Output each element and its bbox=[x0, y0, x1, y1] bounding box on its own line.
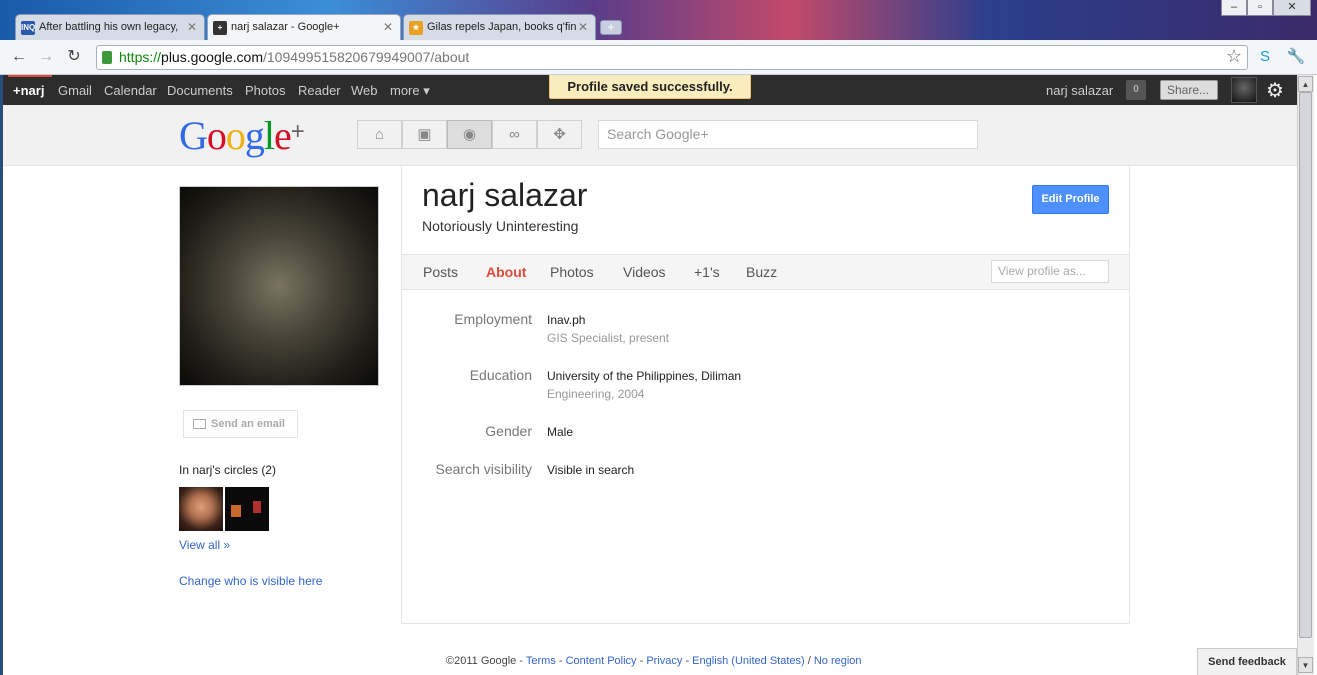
tab-gilas[interactable]: ★ Gilas repels Japan, books q'fin ✕ bbox=[403, 14, 596, 40]
tab-about[interactable]: About bbox=[486, 264, 526, 280]
url-scheme: https:// bbox=[119, 49, 162, 65]
envelope-icon bbox=[193, 419, 206, 429]
send-feedback-button[interactable]: Send feedback bbox=[1197, 648, 1297, 675]
inquirer-favicon-icon: INQ bbox=[21, 21, 35, 35]
minimize-button[interactable]: – bbox=[1221, 0, 1247, 16]
window-close-button[interactable]: ✕ bbox=[1273, 0, 1311, 16]
profile-card bbox=[401, 166, 1130, 624]
gbar-link-calendar[interactable]: Calendar bbox=[104, 83, 157, 98]
tab-google-plus[interactable]: + narj salazar - Google+ ✕ bbox=[207, 14, 401, 40]
gbar-user-name[interactable]: narj salazar bbox=[1046, 83, 1113, 98]
close-tab-icon[interactable]: ✕ bbox=[187, 20, 197, 34]
active-indicator bbox=[8, 75, 52, 77]
tab-plus-ones[interactable]: +1's bbox=[694, 264, 720, 280]
gbar-link-more[interactable]: more ▾ bbox=[390, 83, 430, 99]
view-all-link[interactable]: View all » bbox=[179, 538, 230, 552]
footer-link-terms[interactable]: Terms bbox=[526, 655, 556, 667]
gbar-link-web[interactable]: Web bbox=[351, 83, 378, 98]
circle-member-avatar[interactable] bbox=[225, 487, 269, 531]
bookmark-star-icon[interactable]: ☆ bbox=[1226, 46, 1242, 67]
edit-profile-button[interactable]: Edit Profile bbox=[1032, 185, 1109, 214]
close-tab-icon[interactable]: ✕ bbox=[383, 20, 393, 34]
footer-link-language[interactable]: English (United States) bbox=[692, 655, 805, 667]
circles-title: In narj's circles (2) bbox=[179, 463, 276, 477]
field-label-gender: Gender bbox=[485, 423, 532, 439]
toast-message: Profile saved successfully. bbox=[549, 75, 751, 99]
google-plus-favicon-icon: + bbox=[213, 21, 227, 35]
tab-buzz[interactable]: Buzz bbox=[746, 264, 777, 280]
field-value-gender: Male bbox=[547, 425, 574, 439]
profile-icon[interactable]: ◉ bbox=[447, 120, 492, 149]
scroll-up-icon[interactable]: ▲ bbox=[1298, 76, 1313, 92]
gbar-link-documents[interactable]: Documents bbox=[167, 83, 233, 98]
view-profile-as-input[interactable]: View profile as... bbox=[991, 260, 1109, 283]
footer-link-region[interactable]: No region bbox=[814, 655, 862, 667]
tab-title: narj salazar - Google+ bbox=[231, 21, 340, 33]
tab-title: Gilas repels Japan, books q'fin bbox=[427, 21, 577, 33]
gbar-link-plus[interactable]: +narj bbox=[13, 83, 44, 98]
field-sub-employment: GIS Specialist, present bbox=[547, 331, 670, 345]
footer-copyright: ©2011 Google bbox=[446, 655, 517, 667]
new-tab-button[interactable]: + bbox=[600, 20, 622, 35]
gear-icon[interactable]: ⚙ bbox=[1266, 78, 1284, 103]
pixel-character bbox=[231, 505, 241, 517]
gbar-link-reader[interactable]: Reader bbox=[298, 83, 341, 98]
field-label-search-visibility: Search visibility bbox=[435, 461, 532, 477]
photos-icon[interactable]: ▣ bbox=[402, 120, 447, 149]
tab-videos[interactable]: Videos bbox=[623, 264, 666, 280]
pixel-character bbox=[253, 501, 261, 513]
tab-posts[interactable]: Posts bbox=[423, 264, 458, 280]
notification-count[interactable]: 0 bbox=[1126, 80, 1146, 100]
profile-photo[interactable] bbox=[179, 186, 379, 386]
field-sub-education: Engineering, 2004 bbox=[547, 387, 645, 401]
home-icon[interactable]: ⌂ bbox=[357, 120, 402, 149]
change-visibility-link[interactable]: Change who is visible here bbox=[179, 574, 322, 588]
tab-title: After battling his own legacy, bbox=[39, 21, 179, 33]
search-input[interactable]: Search Google+ bbox=[598, 120, 978, 149]
skype-extension-icon[interactable]: S bbox=[1255, 47, 1275, 67]
send-email-label: Send an email bbox=[211, 418, 285, 430]
url-host: plus.google.com bbox=[161, 49, 263, 65]
address-bar[interactable]: https://plus.google.com/1094995158206799… bbox=[96, 45, 1248, 70]
footer-link-content-policy[interactable]: Content Policy bbox=[566, 655, 637, 667]
gbar-link-photos[interactable]: Photos bbox=[245, 83, 285, 98]
field-value-education: University of the Philippines, Diliman bbox=[547, 369, 742, 383]
back-icon[interactable]: ← bbox=[8, 47, 30, 67]
tab-photos[interactable]: Photos bbox=[550, 264, 594, 280]
page-footer: ©2011 Google - Terms - Content Policy - … bbox=[446, 655, 862, 667]
games-icon[interactable]: ✥ bbox=[537, 120, 582, 149]
profile-name: narj salazar bbox=[422, 177, 588, 213]
tab-inquirer[interactable]: INQ After battling his own legacy, ✕ bbox=[15, 14, 205, 40]
footer-link-privacy[interactable]: Privacy bbox=[646, 655, 682, 667]
gbar-link-gmail[interactable]: Gmail bbox=[58, 83, 92, 98]
scroll-down-icon[interactable]: ▼ bbox=[1298, 657, 1313, 673]
circles-icon[interactable]: ∞ bbox=[492, 120, 537, 149]
gbar-avatar[interactable] bbox=[1231, 77, 1257, 103]
send-email-button[interactable]: Send an email bbox=[183, 410, 298, 438]
profile-tagline: Notoriously Uninteresting bbox=[422, 218, 579, 234]
google-plus-logo[interactable]: Google+ bbox=[179, 112, 305, 159]
scrollbar-thumb[interactable] bbox=[1299, 92, 1312, 638]
share-button[interactable]: Share... bbox=[1160, 80, 1218, 100]
field-label-employment: Employment bbox=[454, 311, 532, 327]
lock-icon bbox=[102, 51, 112, 64]
url-path: /109499515820679949007/about bbox=[262, 49, 470, 65]
maximize-button[interactable]: ▫ bbox=[1247, 0, 1273, 16]
wrench-icon[interactable]: 🔧 bbox=[1286, 47, 1306, 67]
field-value-employment: Inav.ph bbox=[547, 313, 586, 327]
field-value-search-visibility: Visible in search bbox=[547, 463, 635, 477]
close-tab-icon[interactable]: ✕ bbox=[578, 20, 588, 34]
field-label-education: Education bbox=[469, 367, 532, 383]
circle-member-avatar[interactable] bbox=[179, 487, 223, 531]
forward-icon[interactable]: → bbox=[35, 47, 57, 67]
star-favicon-icon: ★ bbox=[409, 21, 423, 35]
reload-icon[interactable]: ↻ bbox=[63, 47, 85, 67]
